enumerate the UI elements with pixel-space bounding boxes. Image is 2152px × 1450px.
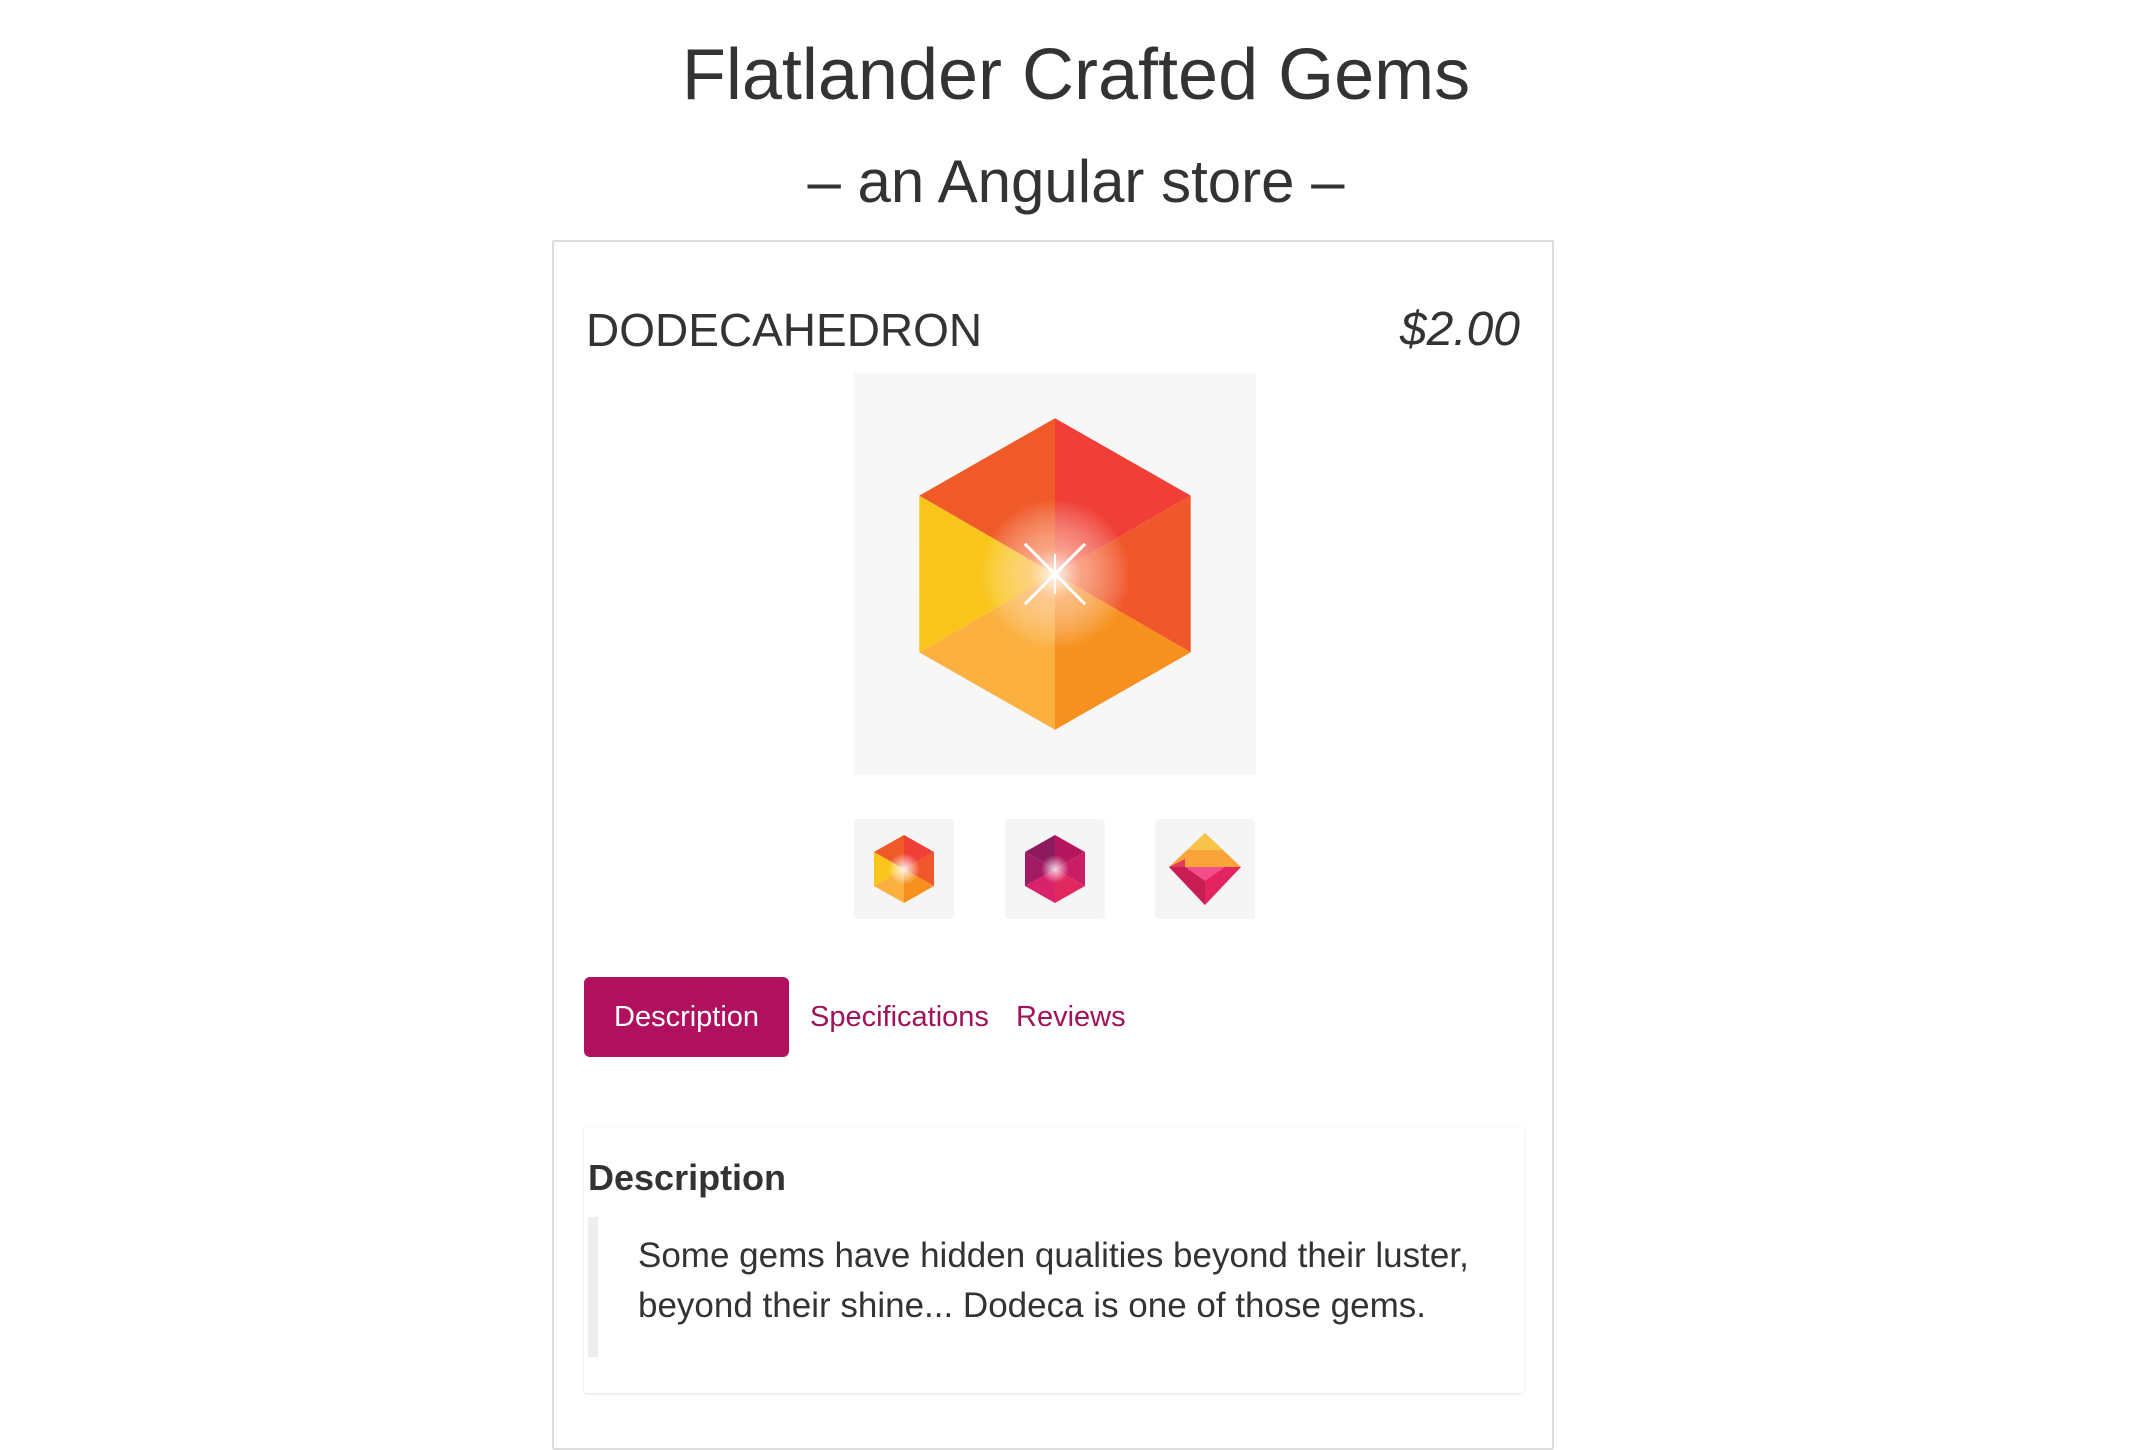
pink-diamond-gem-icon (1169, 833, 1241, 905)
thumbnail-pink-diamond-gem[interactable] (1155, 819, 1255, 919)
product-panel: DODECAHEDRON $2.00 Description Specifica… (552, 240, 1554, 1450)
thumbnail-magenta-gem[interactable] (1005, 819, 1105, 919)
product-main-image (854, 373, 1256, 775)
description-panel: Description Some gems have hidden qualit… (584, 1127, 1524, 1393)
magenta-hexagon-gem-icon (1025, 835, 1085, 903)
description-heading: Description (588, 1157, 787, 1198)
tab-description[interactable]: Description (584, 977, 790, 1057)
product-price: $2.00 (1399, 303, 1520, 356)
description-text: Some gems have hidden qualities beyond t… (588, 1217, 1488, 1357)
store-subtitle: – an Angular store – (807, 148, 1345, 215)
store-title: Flatlander Crafted Gems (681, 35, 1471, 115)
thumbnail-gallery (854, 819, 1256, 919)
tab-specifications[interactable]: Specifications (810, 977, 989, 1057)
product-name: DODECAHEDRON (586, 304, 983, 356)
orange-hexagon-gem-icon (874, 835, 934, 903)
thumbnail-orange-gem[interactable] (854, 819, 954, 919)
orange-hexagon-gem-image (919, 418, 1191, 730)
tab-reviews[interactable]: Reviews (1016, 977, 1126, 1057)
